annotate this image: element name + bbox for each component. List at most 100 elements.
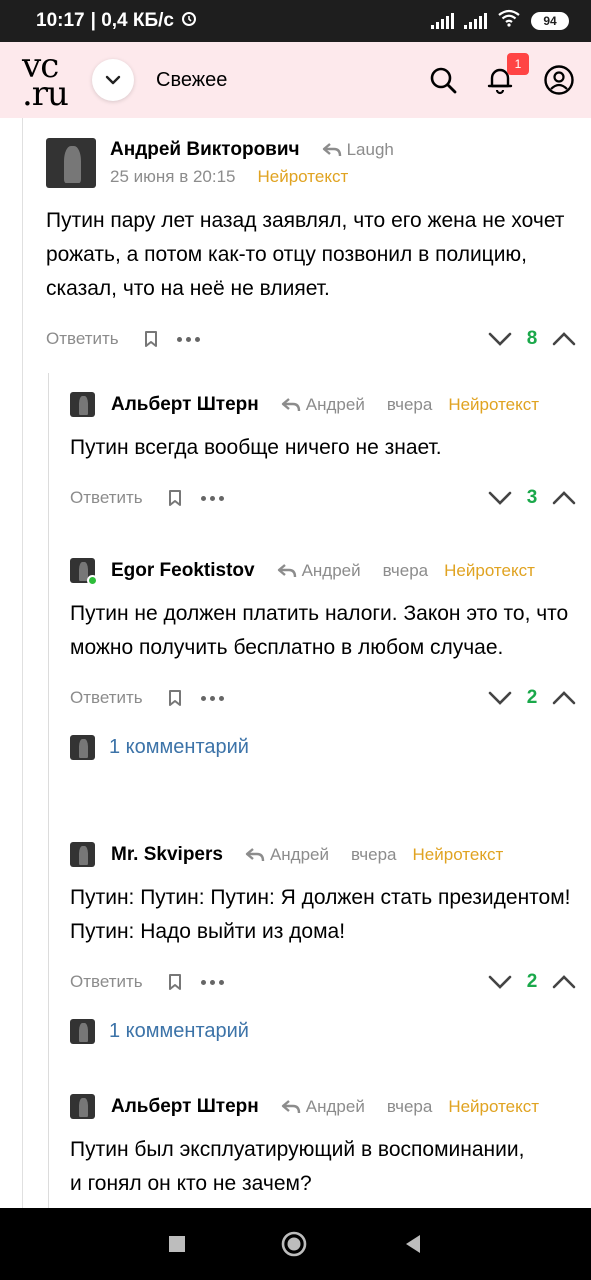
comment-author[interactable]: Альберт Штерн bbox=[111, 394, 259, 416]
bookmark-icon[interactable] bbox=[167, 489, 183, 507]
replies-count: 1 комментарий bbox=[109, 1020, 249, 1042]
signal-icon bbox=[464, 13, 487, 29]
navigation-bar bbox=[0, 1208, 591, 1280]
comments-feed: Андрей Викторович Laugh 25 июня в 20:15 … bbox=[0, 118, 591, 1208]
avatar[interactable] bbox=[70, 558, 98, 586]
comment-date[interactable]: 25 июня в 20:15 bbox=[110, 167, 236, 187]
avatar bbox=[70, 1019, 95, 1044]
comment-text: Путин всегда вообще ничего не знает. bbox=[70, 436, 442, 459]
bookmark-icon[interactable] bbox=[167, 689, 183, 707]
reply-arrow-icon bbox=[322, 143, 341, 157]
status-bar: 10:17 | 0,4 КБ/с 94 bbox=[0, 0, 591, 42]
avatar[interactable] bbox=[70, 392, 95, 417]
profile-icon[interactable] bbox=[543, 64, 575, 96]
reply-to[interactable]: Андрей bbox=[245, 845, 329, 865]
comment-text: Путин не должен платить налоги. Закон эт… bbox=[70, 602, 569, 659]
reply-to[interactable]: Андрей bbox=[281, 395, 365, 415]
reply-to[interactable]: Андрей bbox=[277, 561, 361, 581]
comment-author[interactable]: Mr. Skvipers bbox=[111, 844, 223, 866]
online-indicator bbox=[87, 575, 98, 586]
comment-date[interactable]: вчера bbox=[387, 1097, 433, 1117]
notification-badge: 1 bbox=[507, 53, 529, 75]
section-dropdown-button[interactable] bbox=[92, 59, 134, 101]
avatar[interactable] bbox=[70, 842, 95, 867]
avatar bbox=[70, 735, 95, 760]
vote-down-icon[interactable] bbox=[488, 691, 512, 705]
reply-to-name: Андрей bbox=[301, 560, 361, 580]
reply-to-name: Андрей bbox=[269, 844, 330, 864]
comment-date[interactable]: вчера bbox=[351, 845, 397, 865]
avatar[interactable] bbox=[70, 1094, 95, 1119]
logo[interactable]: vc .ru bbox=[22, 49, 80, 114]
app-header: vc .ru Свежее 1 bbox=[0, 42, 591, 118]
back-icon[interactable] bbox=[402, 1233, 424, 1255]
replies-count: 1 комментарий bbox=[109, 736, 249, 758]
comment-author[interactable]: Альберт Штерн bbox=[111, 1096, 259, 1118]
reply-button[interactable]: Ответить bbox=[70, 688, 143, 708]
vote-count: 3 bbox=[526, 487, 538, 508]
neuro-tag[interactable]: Нейротекст bbox=[448, 395, 539, 415]
comment-text: Путин: Путин: Путин: Я должен стать през… bbox=[70, 886, 571, 943]
reply-button[interactable]: Ответить bbox=[70, 972, 143, 992]
more-icon[interactable] bbox=[200, 495, 224, 501]
vote-up-icon[interactable] bbox=[552, 975, 576, 989]
signal-icon bbox=[431, 13, 454, 29]
show-replies-link[interactable]: 1 комментарий bbox=[70, 735, 576, 760]
vote-down-icon[interactable] bbox=[488, 975, 512, 989]
neuro-tag[interactable]: Нейротекст bbox=[258, 167, 349, 187]
wifi-icon bbox=[497, 9, 521, 33]
reply-arrow-icon bbox=[277, 563, 296, 577]
network-speed: | 0,4 КБ/с bbox=[90, 10, 174, 31]
reply-to-name: Андрей bbox=[305, 1096, 365, 1116]
status-time: 10:17 bbox=[36, 10, 85, 31]
vote-up-icon[interactable] bbox=[552, 332, 576, 346]
neuro-tag[interactable]: Нейротекст bbox=[444, 561, 535, 581]
reply-to-name: Laugh bbox=[346, 140, 394, 159]
chevron-down-icon bbox=[105, 75, 121, 85]
section-title[interactable]: Свежее bbox=[156, 69, 227, 92]
reply-button[interactable]: Ответить bbox=[46, 329, 119, 349]
show-replies-link[interactable]: 1 комментарий bbox=[70, 1019, 576, 1044]
vote-up-icon[interactable] bbox=[552, 491, 576, 505]
comment-author[interactable]: Андрей Викторович bbox=[110, 139, 300, 161]
comment-date[interactable]: вчера bbox=[383, 561, 429, 581]
search-icon[interactable] bbox=[429, 66, 457, 94]
vote-up-icon[interactable] bbox=[552, 691, 576, 705]
recents-icon[interactable] bbox=[167, 1234, 187, 1254]
reply-arrow-icon bbox=[245, 847, 265, 861]
notifications-button[interactable]: 1 bbox=[485, 53, 529, 95]
thread-line bbox=[48, 373, 49, 1208]
more-icon[interactable] bbox=[176, 336, 200, 342]
more-icon[interactable] bbox=[200, 979, 224, 985]
logo-bottom: .ru bbox=[22, 74, 69, 114]
vote-down-icon[interactable] bbox=[488, 332, 512, 346]
vote-count: 8 bbox=[526, 328, 538, 349]
reply-arrow-icon bbox=[281, 1099, 300, 1113]
more-icon[interactable] bbox=[200, 695, 224, 701]
comment-text: Путин был эксплуатирующий в воспоминании… bbox=[70, 1138, 525, 1195]
comment: Андрей Викторович Laugh 25 июня в 20:15 … bbox=[46, 138, 576, 350]
vote-down-icon[interactable] bbox=[488, 491, 512, 505]
avatar[interactable] bbox=[46, 138, 96, 188]
comment-author[interactable]: Egor Feoktistov bbox=[111, 560, 255, 582]
comment-date[interactable]: вчера bbox=[387, 395, 433, 415]
home-icon[interactable] bbox=[280, 1230, 308, 1258]
neuro-tag[interactable]: Нейротекст bbox=[448, 1097, 539, 1117]
neuro-tag[interactable]: Нейротекст bbox=[413, 845, 504, 865]
reply-to[interactable]: Laugh bbox=[322, 140, 394, 160]
reply-arrow-icon bbox=[281, 397, 300, 411]
comment: Egor Feoktistov Андрей вчера Нейротекст … bbox=[70, 558, 576, 760]
comment: Mr. Skvipers Андрей вчера Нейротекст Пут… bbox=[70, 842, 576, 1044]
bookmark-icon[interactable] bbox=[143, 330, 159, 348]
thread-edge bbox=[22, 118, 23, 1208]
reply-button[interactable]: Ответить bbox=[70, 488, 143, 508]
battery-indicator: 94 bbox=[531, 12, 569, 30]
reply-to[interactable]: Андрей bbox=[281, 1097, 365, 1117]
alarm-icon bbox=[180, 9, 198, 33]
comment: Альберт Штерн Андрей вчера Нейротекст Пу… bbox=[70, 1094, 576, 1201]
comment: Альберт Штерн Андрей вчера Нейротекст Пу… bbox=[70, 392, 576, 509]
vote-count: 2 bbox=[526, 971, 538, 992]
reply-to-name: Андрей bbox=[305, 394, 365, 414]
comment-text: Путин пару лет назад заявлял, что его же… bbox=[46, 209, 565, 300]
bookmark-icon[interactable] bbox=[167, 973, 183, 991]
